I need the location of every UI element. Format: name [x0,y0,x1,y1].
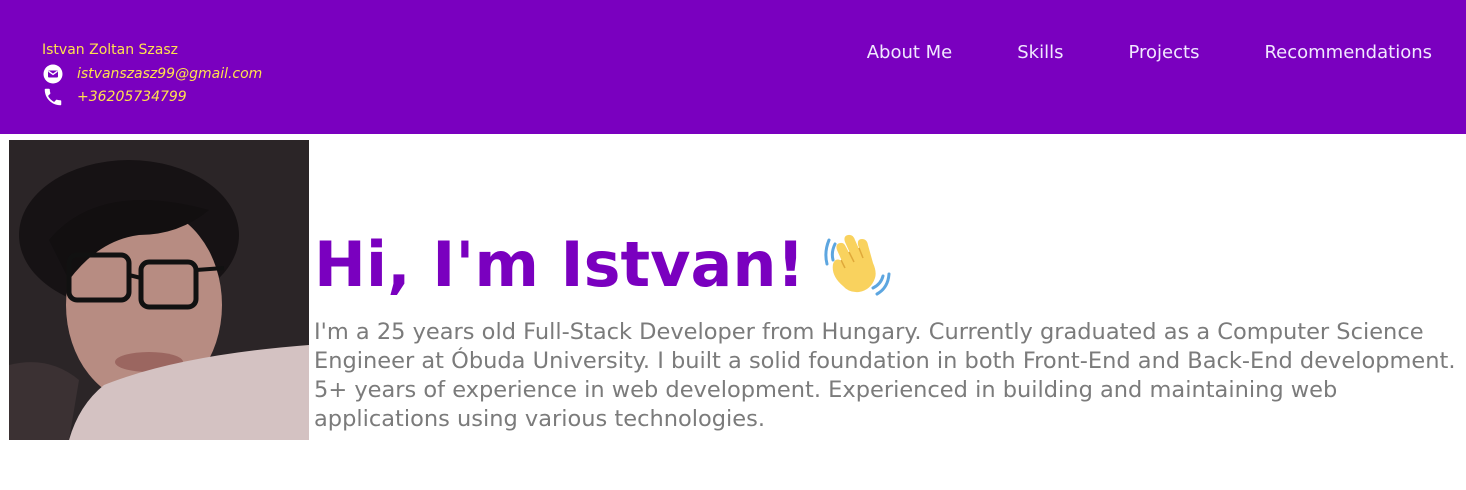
nav-about-me[interactable]: About Me [867,41,953,65]
phone-link[interactable]: +36205734799 [77,89,187,105]
hero-description: I'm a 25 years old Full-Stack Developer … [314,319,1456,432]
contact-info: Istvan Zoltan Szasz istvanszasz99@gmail.… [42,41,262,108]
nav-projects[interactable]: Projects [1128,41,1199,65]
email-row[interactable]: istvanszasz99@gmail.com [42,62,262,85]
profile-photo [9,140,309,440]
phone-icon [42,86,64,108]
nav-skills[interactable]: Skills [1017,41,1063,65]
hero-section: Hi, I'm Istvan! I'm a 25 years old Full-… [314,216,1464,434]
nav-recommendations[interactable]: Recommendations [1264,41,1432,65]
site-header: Istvan Zoltan Szasz istvanszasz99@gmail.… [0,0,1466,134]
main-nav: About Me Skills Projects Recommendations [802,41,1432,65]
hero-heading: Hi, I'm Istvan! [314,216,1464,314]
contact-name: Istvan Zoltan Szasz [42,42,178,58]
phone-row[interactable]: +36205734799 [42,85,262,108]
page-title: Hi, I'm Istvan! [314,228,805,301]
waving-hand-icon [821,230,891,300]
email-link[interactable]: istvanszasz99@gmail.com [77,66,262,82]
envelope-icon [42,63,64,85]
